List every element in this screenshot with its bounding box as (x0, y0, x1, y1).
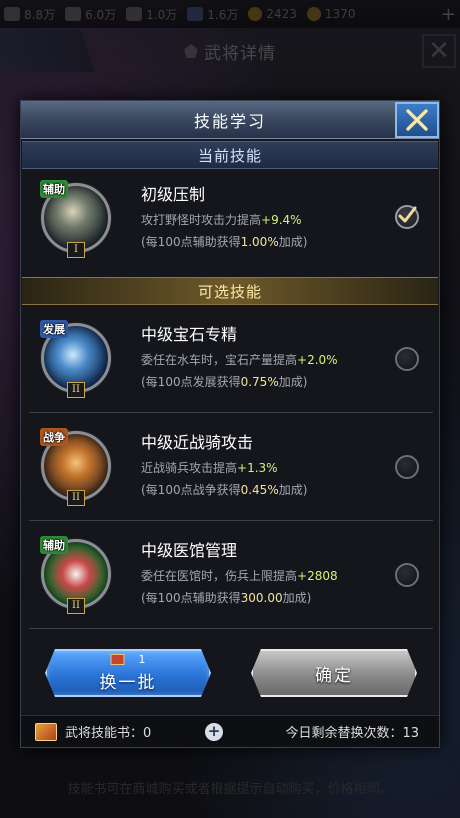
skill-book-count: 武将技能书：0 (65, 726, 152, 741)
close-icon (406, 109, 428, 131)
skill-name: 中级宝石专精 (141, 325, 238, 344)
skill-level: II (67, 598, 85, 614)
confirm-button[interactable]: 确定 (251, 649, 417, 697)
infirmary-skill-icon: 辅助 II (40, 536, 111, 614)
skill-level: I (67, 242, 85, 258)
skill-select-checkbox[interactable] (395, 563, 419, 587)
skill-book-icon (35, 722, 57, 741)
skill-tag: 辅助 (40, 536, 68, 554)
skill-tag: 辅助 (40, 180, 68, 198)
current-skill-header: 当前技能 (22, 141, 438, 169)
refresh-label: 换一批 (99, 672, 157, 693)
optional-skill-row[interactable]: 辅助 II 中级医馆管理 委任在医馆时，伤兵上限提高+2808 (每100点辅助… (29, 523, 433, 629)
skill-name: 中级近战骑攻击 (141, 433, 254, 452)
skill-tag: 战争 (40, 428, 68, 446)
skill-description: 近战骑兵攻击提高+1.3% (141, 461, 278, 475)
skill-tag: 发展 (40, 320, 68, 338)
skill-select-checkbox[interactable] (395, 347, 419, 371)
add-book-icon[interactable]: + (205, 722, 223, 741)
skill-bonus: (每100点发展获得0.75%加成) (141, 375, 308, 389)
optional-skill-row[interactable]: 战争 II 中级近战骑攻击 近战骑兵攻击提高+1.3% (每100点战争获得0.… (29, 415, 433, 521)
optional-skill-row[interactable]: 发展 II 中级宝石专精 委任在水车时，宝石产量提高+2.0% (每100点发展… (29, 307, 433, 413)
skill-select-checkbox[interactable] (395, 205, 419, 229)
skill-description: 委任在水车时，宝石产量提高+2.0% (141, 353, 338, 367)
skill-bonus: (每100点辅助获得300.00加成) (141, 591, 312, 605)
skill-bonus: (每100点战争获得0.45%加成) (141, 483, 308, 497)
remaining-swaps: 今日剩余替换次数：13 (285, 726, 419, 741)
skill-level: II (67, 382, 85, 398)
gem-skill-icon: 发展 II (40, 320, 111, 398)
suppression-skill-icon: 辅助 I (40, 180, 111, 258)
confirm-label: 确定 (315, 665, 353, 686)
skill-level: II (67, 490, 85, 506)
skill-learning-dialog: 技能学习 当前技能 辅助 I 初级压制 攻打野怪时攻击力提高+9.4% (每10… (20, 100, 440, 748)
skill-book-icon (110, 654, 125, 665)
checkmark-icon (398, 206, 417, 223)
dialog-footer: 武将技能书：0 + 今日剩余替换次数：13 (21, 715, 439, 747)
skill-select-checkbox[interactable] (395, 455, 419, 479)
close-button[interactable] (395, 102, 439, 138)
skill-name: 初级压制 (141, 185, 206, 204)
dialog-title: 技能学习 (21, 101, 439, 139)
skill-description: 攻打野怪时攻击力提高+9.4% (141, 213, 302, 227)
optional-skill-header: 可选技能 (22, 277, 438, 305)
dialog-title-text: 技能学习 (193, 111, 266, 131)
skill-description: 委任在医馆时，伤兵上限提高+2808 (141, 569, 338, 583)
current-skill-row[interactable]: 辅助 I 初级压制 攻打野怪时攻击力提高+9.4% (每100点辅助获得1.00… (29, 167, 433, 273)
skill-bonus: (每100点辅助获得1.00%加成) (141, 235, 308, 249)
refresh-cost: 1 (110, 653, 146, 666)
refresh-skills-button[interactable]: 1 换一批 (45, 649, 211, 697)
skill-name: 中级医馆管理 (141, 541, 238, 560)
cavalry-skill-icon: 战争 II (40, 428, 111, 506)
